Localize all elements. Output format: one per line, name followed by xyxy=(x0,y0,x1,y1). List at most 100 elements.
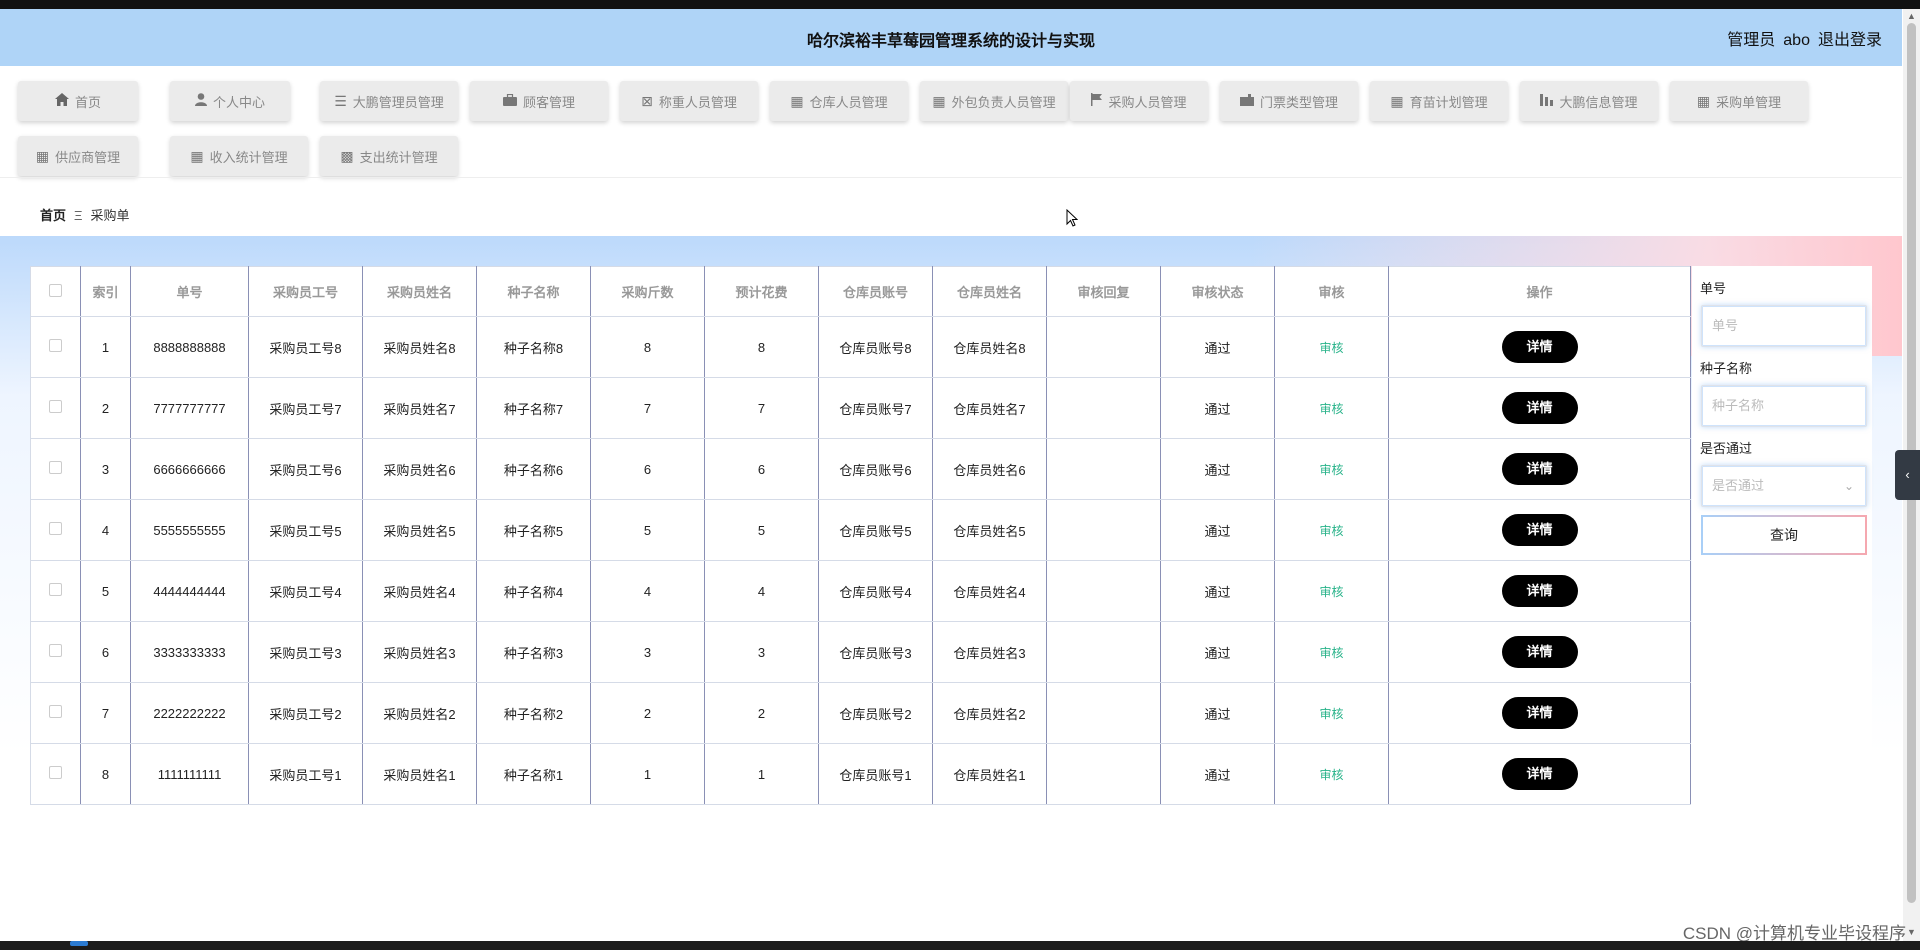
select-all-header xyxy=(30,266,81,317)
nav-item-ticket-type[interactable]: 门票类型管理 xyxy=(1220,81,1358,121)
cell-actions: 详情 xyxy=(1388,377,1691,439)
app-header: 哈尔滨裕丰草莓园管理系统的设计与实现 管理员 abo 退出登录 xyxy=(0,9,1902,66)
row-checkbox[interactable] xyxy=(49,705,62,718)
nav-item-dapeng-info[interactable]: 大鹏信息管理 xyxy=(1520,81,1658,121)
select-all-checkbox[interactable] xyxy=(49,283,62,297)
nav-item-customer[interactable]: 顾客管理 xyxy=(470,81,608,121)
logout-link[interactable]: 退出登录 xyxy=(1818,32,1882,49)
cell-estimated-cost: 2 xyxy=(704,682,819,744)
cell-audit-status: 通过 xyxy=(1160,499,1275,561)
query-button[interactable]: 查询 xyxy=(1701,515,1867,555)
cell-estimated-cost: 6 xyxy=(704,438,819,500)
table-row: 2 7777777777 采购员工号7 采购员姓名7 种子名称7 7 7 仓库员… xyxy=(30,377,1691,439)
cell-staff-id: 采购员工号4 xyxy=(248,560,363,622)
row-select xyxy=(30,438,81,500)
row-checkbox[interactable] xyxy=(49,766,62,779)
cell-warehouse-account: 仓库员账号2 xyxy=(818,682,933,744)
row-checkbox[interactable] xyxy=(49,461,62,474)
audit-link[interactable]: 审核 xyxy=(1319,646,1343,660)
detail-button[interactable]: 详情 xyxy=(1501,758,1578,790)
cell-warehouse-account: 仓库员账号5 xyxy=(818,499,933,561)
pass-status-placeholder: 是否通过 xyxy=(1712,478,1765,493)
cell-staff-name: 采购员姓名4 xyxy=(362,560,477,622)
cell-index: 6 xyxy=(80,621,131,683)
nav-item-outsourcing-staff[interactable]: ▦ 外包负责人员管理 xyxy=(920,81,1068,121)
row-checkbox[interactable] xyxy=(49,522,62,535)
order-no-label: 单号 xyxy=(1700,281,1727,296)
audit-link[interactable]: 审核 xyxy=(1319,768,1343,782)
apps-icon: ▩ xyxy=(340,147,354,164)
nav-label: 顾客管理 xyxy=(522,94,575,110)
nav-label: 外包负责人员管理 xyxy=(951,94,1056,110)
audit-link[interactable]: 审核 xyxy=(1319,402,1343,416)
audit-link[interactable]: 审核 xyxy=(1319,341,1343,355)
nav-item-dapeng-admin[interactable]: ☰ 大鹏管理员管理 xyxy=(320,81,458,121)
cell-order-no: 8888888888 xyxy=(130,316,249,378)
cell-order-no: 7777777777 xyxy=(130,377,249,439)
cell-index: 3 xyxy=(80,438,131,500)
cell-seed-name: 种子名称3 xyxy=(476,621,591,683)
cell-estimated-cost: 8 xyxy=(704,316,819,378)
detail-button[interactable]: 详情 xyxy=(1501,514,1578,546)
cell-weight-jin: 6 xyxy=(590,438,705,500)
list-icon: ☰ xyxy=(334,92,347,109)
nav-label: 仓库人员管理 xyxy=(809,94,888,110)
cell-staff-name: 采购员姓名6 xyxy=(362,438,477,500)
cell-staff-id: 采购员工号3 xyxy=(248,621,363,683)
taskbar-accent xyxy=(70,941,88,946)
audit-link[interactable]: 审核 xyxy=(1319,585,1343,599)
scroll-up-icon[interactable]: ▲ xyxy=(1907,11,1916,21)
detail-button[interactable]: 详情 xyxy=(1501,453,1578,485)
detail-button[interactable]: 详情 xyxy=(1501,636,1578,668)
table-row: 1 8888888888 采购员工号8 采购员姓名8 种子名称8 8 8 仓库员… xyxy=(30,316,1691,378)
detail-button[interactable]: 详情 xyxy=(1501,392,1578,424)
column-header: 审核回复 xyxy=(1046,266,1161,317)
nav-label: 个人中心 xyxy=(212,94,265,110)
cell-audit-reply xyxy=(1046,621,1161,683)
audit-link[interactable]: 审核 xyxy=(1319,707,1343,721)
window-bottom-frame xyxy=(0,941,1920,950)
breadcrumb-home[interactable]: 首页 xyxy=(40,208,66,223)
nav-item-supplier[interactable]: ▦ 供应商管理 xyxy=(18,136,138,176)
nav-item-purchasing-staff[interactable]: 采购人员管理 xyxy=(1070,81,1208,121)
detail-button[interactable]: 详情 xyxy=(1501,697,1578,729)
row-checkbox[interactable] xyxy=(49,339,62,352)
cell-index: 4 xyxy=(80,499,131,561)
seed-name-input[interactable]: 种子名称 xyxy=(1701,385,1867,427)
column-header: 预计花费 xyxy=(704,266,819,317)
nav-item-purchase-order[interactable]: ▦ 采购单管理 xyxy=(1670,81,1808,121)
cell-estimated-cost: 1 xyxy=(704,743,819,805)
side-drawer-toggle[interactable]: ‹ xyxy=(1895,450,1920,500)
nav-item-income-stats[interactable]: ▦ 收入统计管理 xyxy=(170,136,308,176)
pass-status-select[interactable]: 是否通过 ⌄ xyxy=(1701,465,1867,507)
square-x-icon: ⊠ xyxy=(641,92,653,109)
cell-staff-name: 采购员姓名3 xyxy=(362,621,477,683)
row-select xyxy=(30,560,81,622)
detail-button[interactable]: 详情 xyxy=(1501,575,1578,607)
audit-link[interactable]: 审核 xyxy=(1319,524,1343,538)
column-header: 仓库员账号 xyxy=(818,266,933,317)
row-select xyxy=(30,682,81,744)
row-checkbox[interactable] xyxy=(49,644,62,657)
nav-item-warehouse-staff[interactable]: ▦ 仓库人员管理 xyxy=(770,81,908,121)
user-role: 管理员 xyxy=(1727,32,1776,49)
row-checkbox[interactable] xyxy=(49,400,62,413)
cell-warehouse-account: 仓库员账号3 xyxy=(818,621,933,683)
grid-icon: ▦ xyxy=(35,147,50,164)
column-header: 索引 xyxy=(80,266,131,317)
audit-link[interactable]: 审核 xyxy=(1319,463,1343,477)
scroll-down-icon[interactable]: ▼ xyxy=(1907,927,1916,937)
nav-item-seedling-plan[interactable]: ▦ 育苗计划管理 xyxy=(1370,81,1508,121)
nav-item-weighing-staff[interactable]: ⊠ 称重人员管理 xyxy=(620,81,758,121)
row-select xyxy=(30,499,81,561)
cell-warehouse-name: 仓库员姓名6 xyxy=(932,438,1047,500)
nav-item-personal-center[interactable]: 个人中心 xyxy=(170,81,290,121)
row-checkbox[interactable] xyxy=(49,583,62,596)
nav-item-home[interactable]: 首页 xyxy=(18,81,138,121)
order-no-input[interactable]: 单号 xyxy=(1701,305,1867,347)
flag-icon xyxy=(1091,93,1103,109)
nav-label: 称重人员管理 xyxy=(658,94,737,110)
detail-button[interactable]: 详情 xyxy=(1501,331,1578,363)
nav-item-expense-stats[interactable]: ▩ 支出统计管理 xyxy=(320,136,458,176)
cell-audit-reply xyxy=(1046,438,1161,500)
